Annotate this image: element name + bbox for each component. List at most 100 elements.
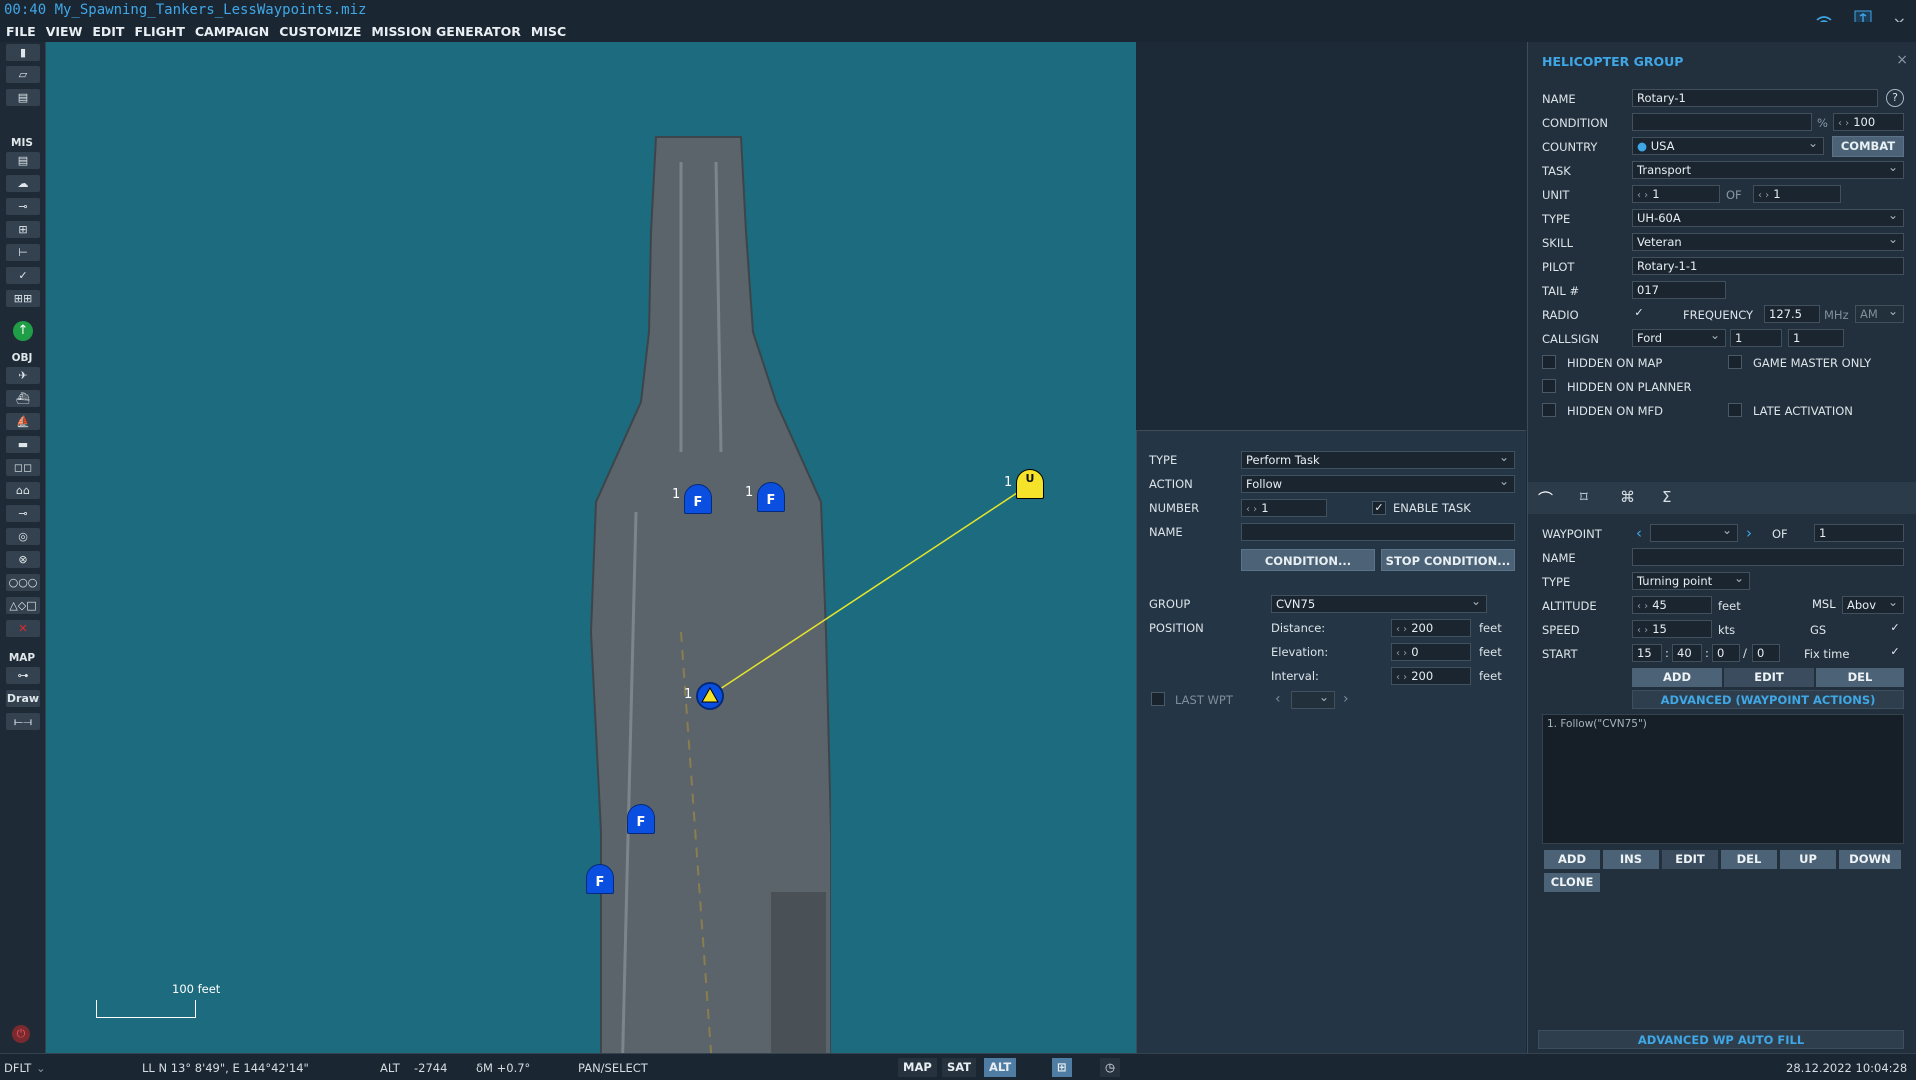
tail-input[interactable]: 017 bbox=[1632, 281, 1726, 299]
wp-del-button[interactable]: DEL bbox=[1816, 668, 1904, 687]
summary-tab-icon[interactable]: Σ bbox=[1662, 488, 1671, 506]
measure-icon[interactable]: ⟝⟞ bbox=[6, 713, 40, 730]
action-clone-button[interactable]: CLONE bbox=[1544, 873, 1600, 892]
distance-stepper[interactable]: ‹ › 200 bbox=[1391, 619, 1471, 637]
stepper-arrows-icon[interactable]: ‹ › bbox=[1396, 624, 1407, 635]
layers-icon[interactable]: ⊞ bbox=[1052, 1058, 1072, 1077]
helicopter-group-marker[interactable]: U 1 bbox=[1004, 469, 1044, 499]
flag-icon[interactable]: ⊢ bbox=[6, 244, 40, 261]
type-select[interactable]: UH-60A bbox=[1632, 207, 1904, 227]
altitude-reference-select[interactable]: Abov bbox=[1842, 596, 1904, 614]
static-icon[interactable]: ◻◻ bbox=[6, 459, 40, 476]
map-mode-button[interactable]: MAP bbox=[898, 1058, 937, 1077]
list-item[interactable]: 1. Follow("CVN75") bbox=[1543, 715, 1903, 733]
save-file-icon[interactable]: ▤ bbox=[6, 89, 40, 106]
late-activation-checkbox[interactable] bbox=[1728, 403, 1742, 417]
power-icon[interactable]: ⏻ bbox=[12, 1025, 30, 1043]
action-delete-button[interactable]: DEL bbox=[1721, 850, 1777, 869]
menu-flight[interactable]: FLIGHT bbox=[134, 24, 184, 39]
stepper-arrows-icon[interactable]: ‹ › bbox=[1838, 118, 1849, 129]
wp-name-input[interactable] bbox=[1632, 548, 1904, 566]
target-icon[interactable]: ◎ bbox=[6, 528, 40, 545]
group-select[interactable]: CVN75 bbox=[1271, 593, 1487, 613]
map-view[interactable]: 1 F 1 F 1 F 1 F 1 U 1 100 feet bbox=[46, 42, 1136, 1053]
start-minutes-input[interactable]: 40 bbox=[1672, 644, 1702, 662]
plane-icon[interactable]: ✈ bbox=[6, 367, 40, 384]
stepper-arrows-icon[interactable]: ‹ › bbox=[1637, 625, 1648, 636]
trigger-zone-icon[interactable]: ⊞ bbox=[6, 221, 40, 238]
condition-input[interactable] bbox=[1632, 113, 1812, 131]
waypoint-icon[interactable]: ⊸ bbox=[6, 505, 40, 522]
sat-mode-button[interactable]: SAT bbox=[942, 1058, 977, 1077]
clock-icon[interactable]: ◷ bbox=[1100, 1058, 1121, 1077]
radio-checkbox[interactable]: ✓ bbox=[1632, 307, 1646, 321]
speed-stepper[interactable]: ‹ › 15 bbox=[1632, 620, 1712, 638]
gs-checkbox[interactable]: ✓ bbox=[1888, 622, 1902, 636]
aircraft-go-icon[interactable]: ↑ bbox=[13, 321, 33, 341]
hidden-on-map-checkbox[interactable] bbox=[1542, 355, 1556, 369]
briefing-icon[interactable]: ▤ bbox=[6, 152, 40, 169]
country-select[interactable]: ● USA bbox=[1632, 135, 1824, 155]
advanced-wp-auto-fill-button[interactable]: ADVANCED WP AUTO FILL bbox=[1538, 1030, 1904, 1049]
modulation-select[interactable]: AM bbox=[1855, 303, 1904, 323]
prev-waypoint-icon[interactable]: ‹ bbox=[1636, 524, 1642, 542]
callsign-num2-input[interactable]: 1 bbox=[1788, 329, 1844, 347]
aircraft-unit-marker[interactable]: 1 F bbox=[586, 864, 614, 894]
menu-misc[interactable]: MISC bbox=[531, 24, 566, 39]
waypoint-select[interactable] bbox=[1650, 522, 1738, 542]
last-wpt-select[interactable] bbox=[1291, 689, 1335, 709]
condition-button[interactable]: CONDITION... bbox=[1241, 549, 1375, 571]
skill-select[interactable]: Veteran bbox=[1632, 231, 1904, 251]
altitude-stepper[interactable]: ‹ › 45 bbox=[1632, 596, 1712, 614]
callsign-select[interactable]: Ford bbox=[1632, 327, 1726, 347]
action-up-button[interactable]: UP bbox=[1780, 850, 1836, 869]
pilot-input[interactable]: Rotary-1-1 bbox=[1632, 257, 1904, 275]
task-select[interactable]: Transport bbox=[1632, 159, 1904, 179]
fix-time-checkbox[interactable]: ✓ bbox=[1888, 646, 1902, 660]
menu-mission-generator[interactable]: MISSION GENERATOR bbox=[371, 24, 521, 39]
action-edit-button[interactable]: EDIT bbox=[1662, 850, 1718, 869]
delete-icon[interactable]: ✕ bbox=[6, 620, 40, 637]
hidden-on-mfd-checkbox[interactable] bbox=[1542, 403, 1556, 417]
payload-tab-icon[interactable]: ⌘ bbox=[1620, 488, 1635, 506]
vehicle-icon[interactable]: ▬ bbox=[6, 436, 40, 453]
targets-tab-icon[interactable]: ⌑ bbox=[1580, 488, 1588, 506]
menu-customize[interactable]: CUSTOMIZE bbox=[279, 24, 361, 39]
menu-file[interactable]: FILE bbox=[6, 24, 36, 39]
name-input[interactable]: Rotary-1 bbox=[1632, 89, 1878, 107]
alt-mode-button[interactable]: ALT bbox=[984, 1058, 1017, 1077]
waypoint-actions-list[interactable]: 1. Follow("CVN75") bbox=[1542, 714, 1904, 844]
advanced-waypoint-actions-button[interactable]: ADVANCED (WAYPOINT ACTIONS) bbox=[1632, 690, 1904, 709]
ship-icon[interactable]: ⛵ bbox=[6, 413, 40, 430]
action-add-button[interactable]: ADD bbox=[1544, 850, 1600, 869]
new-file-icon[interactable]: ▮ bbox=[6, 44, 40, 61]
start-seconds-input[interactable]: 0 bbox=[1712, 644, 1740, 662]
chevron-down-icon[interactable]: ⌄ bbox=[36, 1061, 46, 1075]
aircraft-unit-marker[interactable]: 1 F bbox=[745, 482, 785, 512]
hidden-on-planner-checkbox[interactable] bbox=[1542, 379, 1556, 393]
dflt-selector[interactable]: DFLT bbox=[4, 1061, 31, 1075]
game-master-checkbox[interactable] bbox=[1728, 355, 1742, 369]
check-icon[interactable]: ✓ bbox=[6, 267, 40, 284]
interval-stepper[interactable]: ‹ › 200 bbox=[1391, 667, 1471, 685]
task-number-stepper[interactable]: ‹ › 1 bbox=[1241, 499, 1327, 517]
aircraft-unit-marker[interactable]: 1 F bbox=[627, 804, 655, 834]
task-type-select[interactable]: Perform Task bbox=[1241, 449, 1515, 469]
start-frac-input[interactable]: 0 bbox=[1752, 644, 1780, 662]
wp-type-select[interactable]: Turning point bbox=[1632, 570, 1750, 590]
draw-button[interactable]: Draw bbox=[6, 690, 40, 707]
action-insert-button[interactable]: INS bbox=[1603, 850, 1659, 869]
stepper-arrows-icon[interactable]: ‹ › bbox=[1758, 190, 1769, 201]
unit-of-stepper[interactable]: ‹ › 1 bbox=[1753, 185, 1841, 203]
stop-condition-button[interactable]: STOP CONDITION... bbox=[1381, 549, 1515, 571]
goals-icon[interactable]: ⊞⊞ bbox=[6, 290, 40, 307]
open-file-icon[interactable]: ▱ bbox=[6, 66, 40, 83]
panel-close-icon[interactable]: × bbox=[1896, 52, 1908, 68]
task-action-select[interactable]: Follow bbox=[1241, 473, 1515, 493]
carrier-group-marker[interactable]: 1 bbox=[684, 682, 724, 710]
template-icon[interactable]: ⌂⌂ bbox=[6, 482, 40, 499]
stepper-arrows-icon[interactable]: ‹ › bbox=[1637, 601, 1648, 612]
prev-wpt-arrow-icon[interactable]: ‹ bbox=[1275, 691, 1281, 707]
start-hours-input[interactable]: 15 bbox=[1632, 644, 1662, 662]
stepper-arrows-icon[interactable]: ‹ › bbox=[1246, 504, 1257, 515]
